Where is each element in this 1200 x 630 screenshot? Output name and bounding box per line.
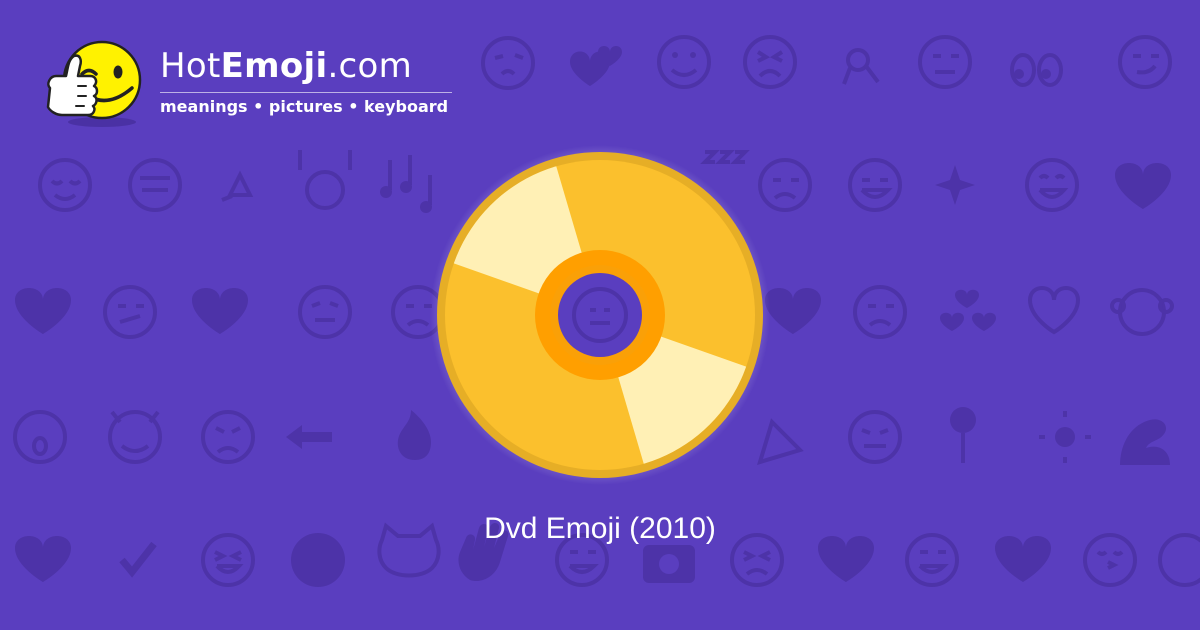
brand-name-prefix: Hot [160, 46, 221, 86]
striped-heart-icon [1115, 163, 1171, 209]
confused-face-icon [103, 285, 157, 339]
heart-icon [1027, 286, 1081, 335]
fire-icon [397, 410, 431, 460]
grinning-face-icon [848, 158, 902, 212]
hotemoji-logo[interactable]: HotEmoji.com meanings • pictures • keybo… [40, 34, 460, 134]
flexed-biceps-icon [1120, 419, 1170, 465]
broken-heart-icon [15, 288, 71, 334]
brand-name: HotEmoji.com [160, 46, 452, 86]
dvd-disc-icon [430, 145, 770, 485]
eyes-icon [1010, 53, 1063, 87]
tongue-face-icon [848, 410, 902, 464]
tongue-face-icon [298, 285, 352, 339]
angry-face-icon [201, 410, 255, 464]
rose-icon [950, 407, 976, 463]
check-mark-icon [119, 541, 157, 578]
brand-divider [160, 92, 452, 93]
sun-icon [1039, 411, 1091, 463]
striped-heart-icon [192, 288, 248, 334]
screaming-face-icon [13, 410, 67, 464]
monkey-icon [1110, 288, 1174, 336]
camera-icon [643, 545, 695, 583]
brand-name-bold: Emoji [220, 46, 328, 86]
relieved-face-icon [38, 158, 92, 212]
recycle-icon [221, 170, 254, 202]
frowning-face-icon [853, 285, 907, 339]
smiling-devil-icon [108, 410, 162, 464]
revolving-hearts-icon [940, 289, 996, 331]
sparkles-icon [935, 165, 975, 205]
raising-hands-icon [298, 150, 352, 210]
grinning-face-icon [1025, 158, 1079, 212]
left-arrow-icon [286, 425, 332, 449]
brand-text: HotEmoji.com meanings • pictures • keybo… [160, 46, 452, 116]
neutral-face-icon [918, 35, 972, 89]
grinning-face-icon [128, 158, 182, 212]
thumbs-up-winking-face-icon [46, 40, 142, 127]
brand-tagline: meanings • pictures • keyboard [160, 97, 449, 116]
disc-hole [558, 273, 642, 357]
winking-kiss-icon [481, 36, 535, 90]
weary-face-icon [743, 35, 797, 89]
slightly-smiling-icon [657, 35, 711, 89]
smirking-face-icon [1118, 35, 1172, 89]
two-hearts-icon [570, 46, 622, 86]
brand-name-suffix: .com [327, 46, 413, 86]
heart-arrow-icon [765, 288, 821, 334]
music-notes-icon [380, 155, 432, 213]
emoji-caption: Dvd Emoji (2010) [484, 512, 716, 545]
ok-hand-icon [842, 48, 880, 85]
